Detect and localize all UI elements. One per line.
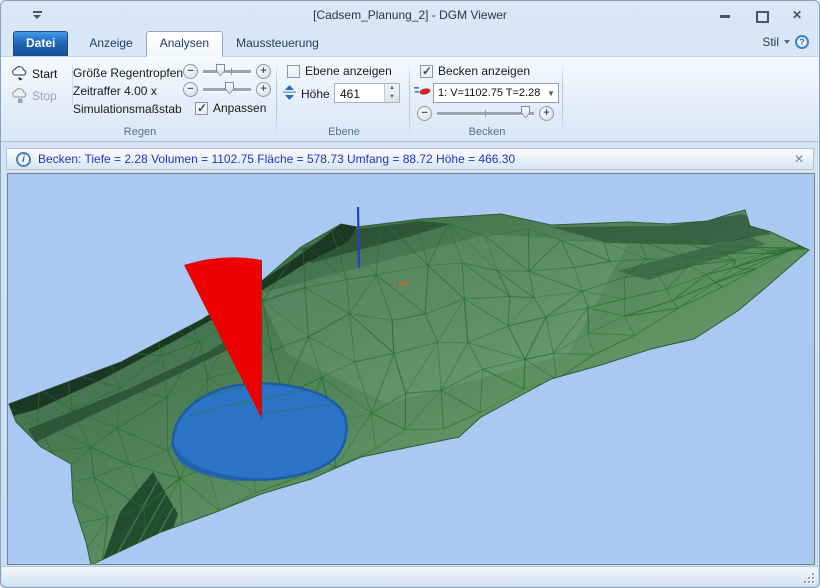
terrain-scene <box>8 174 814 564</box>
minus-button[interactable]: − <box>417 106 432 121</box>
label-zeitraffer: Zeitraffer 4.00 x <box>73 84 157 98</box>
stop-button[interactable]: Stop <box>9 85 67 107</box>
tab-anzeige[interactable]: Anzeige <box>76 31 145 56</box>
start-button[interactable]: Start <box>9 63 67 85</box>
app-window: [Cadsem_Planung_2] - DGM Viewer ✕ Datei … <box>0 0 820 588</box>
slider-thumb[interactable] <box>521 106 530 119</box>
group-regen: Start Stop Größe Regentropfen Zeitraffer… <box>3 58 277 140</box>
infobar-close-icon[interactable]: ✕ <box>789 152 809 166</box>
close-icon[interactable]: ✕ <box>791 10 803 21</box>
slider-thumb[interactable] <box>225 82 234 95</box>
becken-select[interactable]: 1: V=1102.75 T=2.28 ▼ <box>433 83 559 103</box>
becken-slider: − + <box>417 105 554 121</box>
hoehe-spinner[interactable]: 461 ▲ ▼ <box>334 83 400 103</box>
help-icon[interactable]: ? <box>795 35 809 49</box>
becken-infobar: i Becken: Tiefe = 2.28 Volumen = 1102.75… <box>6 148 814 170</box>
becken-icon <box>414 85 431 98</box>
group-ebene: Ebene anzeigen Höhe 461 ▲ ▼ Ebene <box>278 58 410 140</box>
minimize-icon[interactable] <box>719 10 731 21</box>
resize-grip[interactable] <box>801 570 814 583</box>
checkbox-box[interactable] <box>420 65 433 78</box>
label-simulationsmassstab: Simulationsmaßstab <box>73 102 182 116</box>
info-icon: i <box>16 152 31 167</box>
minus-button[interactable]: − <box>183 82 198 97</box>
group-title-becken: Becken <box>411 126 563 138</box>
titlebar: [Cadsem_Planung_2] - DGM Viewer ✕ <box>1 1 819 29</box>
restore-icon[interactable] <box>755 10 767 21</box>
group-becken: Becken anzeigen 1: V=1102.75 T=2.28 ▼ − … <box>411 58 563 140</box>
height-marker-line <box>358 207 359 268</box>
ebene-anzeigen-checkbox[interactable]: Ebene anzeigen <box>287 64 392 78</box>
checkbox-box[interactable] <box>195 102 208 115</box>
slider-track[interactable] <box>203 70 251 73</box>
spinner-up-icon[interactable]: ▲ <box>385 84 399 93</box>
checkbox-box[interactable] <box>287 65 300 78</box>
group-title-ebene: Ebene <box>278 126 410 138</box>
level-height-icon <box>282 85 297 100</box>
minus-button[interactable]: − <box>183 64 198 79</box>
spinner-down-icon[interactable]: ▼ <box>385 93 399 102</box>
plus-button[interactable]: + <box>256 82 271 97</box>
group-title-regen: Regen <box>3 126 277 138</box>
anpassen-checkbox[interactable]: Anpassen <box>195 101 266 115</box>
becken-anzeigen-checkbox[interactable]: Becken anzeigen <box>420 64 530 78</box>
regentropfen-slider: − + <box>183 63 271 79</box>
plus-button[interactable]: + <box>539 106 554 121</box>
chevron-down-icon[interactable] <box>784 40 790 44</box>
slider-thumb[interactable] <box>216 64 225 77</box>
slider-track[interactable] <box>437 112 534 115</box>
rain-cloud-start-icon <box>11 66 28 82</box>
ribbon-tabstrip: Datei Anzeige Analysen Maussteuerung Sti… <box>1 29 819 57</box>
tab-analysen[interactable]: Analysen <box>146 31 223 57</box>
3d-viewport[interactable] <box>7 173 815 565</box>
statusbar <box>2 566 818 586</box>
rain-cloud-stop-icon <box>11 88 28 104</box>
label-hoehe: Höhe <box>301 87 330 101</box>
chevron-down-icon: ▼ <box>544 89 558 98</box>
zeitraffer-slider: − + <box>183 81 271 97</box>
window-title: [Cadsem_Planung_2] - DGM Viewer <box>1 8 819 22</box>
slider-track[interactable] <box>203 88 251 91</box>
label-groesse-regentropfen: Größe Regentropfen <box>73 66 183 80</box>
becken-info-text: Becken: Tiefe = 2.28 Volumen = 1102.75 F… <box>38 152 789 166</box>
stil-menu[interactable]: Stil <box>762 35 779 49</box>
ribbon: Start Stop Größe Regentropfen Zeitraffer… <box>1 57 819 142</box>
plus-button[interactable]: + <box>256 64 271 79</box>
tab-maussteuerung[interactable]: Maussteuerung <box>223 31 332 56</box>
tab-datei[interactable]: Datei <box>13 31 68 56</box>
